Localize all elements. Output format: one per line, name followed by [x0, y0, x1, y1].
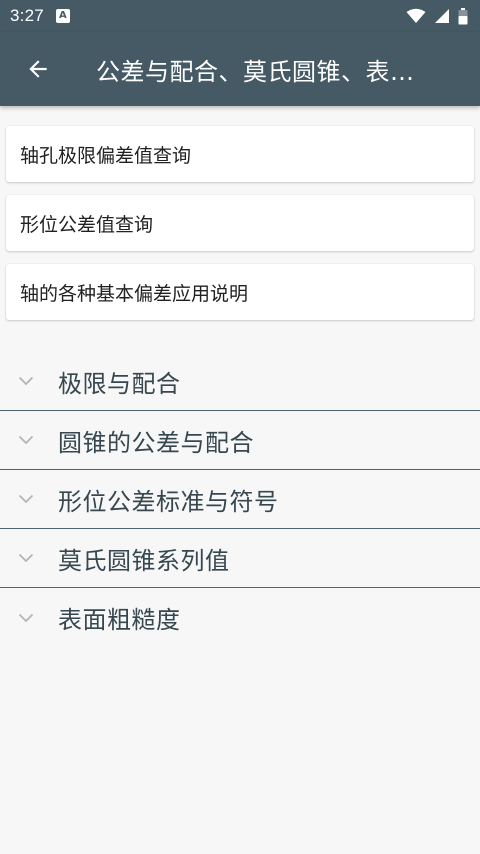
- arrow-left-icon: [29, 60, 47, 78]
- wifi-icon: [406, 8, 426, 23]
- section-surface-roughness[interactable]: 表面粗糙度: [0, 588, 480, 647]
- card-label: 轴孔极限偏差值查询: [20, 144, 192, 167]
- section-morse-taper[interactable]: 莫氏圆锥系列值: [0, 529, 480, 588]
- card-geometric-tolerance-query[interactable]: 形位公差值查询: [6, 195, 474, 251]
- page-title: 公差与配合、莫氏圆锥、表…: [96, 57, 415, 86]
- chevron-down-icon: [16, 371, 36, 391]
- notification-app-icon: A: [55, 9, 70, 23]
- back-button[interactable]: [20, 51, 56, 87]
- chevron-down-icon: [16, 430, 36, 450]
- section-label: 表面粗糙度: [58, 606, 181, 634]
- status-icons: [406, 7, 468, 25]
- app-bar: 公差与配合、莫氏圆锥、表…: [0, 32, 480, 106]
- card-label: 形位公差值查询: [20, 213, 154, 236]
- section-label: 极限与配合: [58, 369, 181, 398]
- status-time: 3:27: [10, 6, 44, 25]
- section-label: 圆锥的公差与配合: [58, 428, 254, 457]
- section-cone-tolerance[interactable]: 圆锥的公差与配合: [0, 411, 480, 470]
- signal-icon: [435, 9, 449, 23]
- chevron-down-icon: [16, 548, 36, 568]
- card-label: 轴的各种基本偏差应用说明: [20, 282, 249, 305]
- section-label: 形位公差标准与符号: [58, 487, 279, 516]
- chevron-down-icon: [16, 608, 36, 628]
- expandable-section-list: 极限与配合 圆锥的公差与配合 形位公差标准与符号 莫氏圆锥系列值 表面粗糙度: [0, 352, 480, 647]
- notification-app-letter: A: [59, 10, 67, 21]
- query-card-list: 轴孔极限偏差值查询 形位公差值查询 轴的各种基本偏差应用说明: [6, 126, 474, 333]
- status-bar: 3:27 A: [0, 0, 480, 32]
- chevron-down-icon: [16, 489, 36, 509]
- section-limits-and-fits[interactable]: 极限与配合: [0, 352, 480, 411]
- section-geometric-tolerance-symbols[interactable]: 形位公差标准与符号: [0, 470, 480, 529]
- card-shaft-deviation-application[interactable]: 轴的各种基本偏差应用说明: [6, 264, 474, 320]
- section-label: 莫氏圆锥系列值: [58, 546, 230, 575]
- battery-icon: [458, 7, 468, 24]
- card-shaft-hole-deviation-query[interactable]: 轴孔极限偏差值查询: [6, 126, 474, 182]
